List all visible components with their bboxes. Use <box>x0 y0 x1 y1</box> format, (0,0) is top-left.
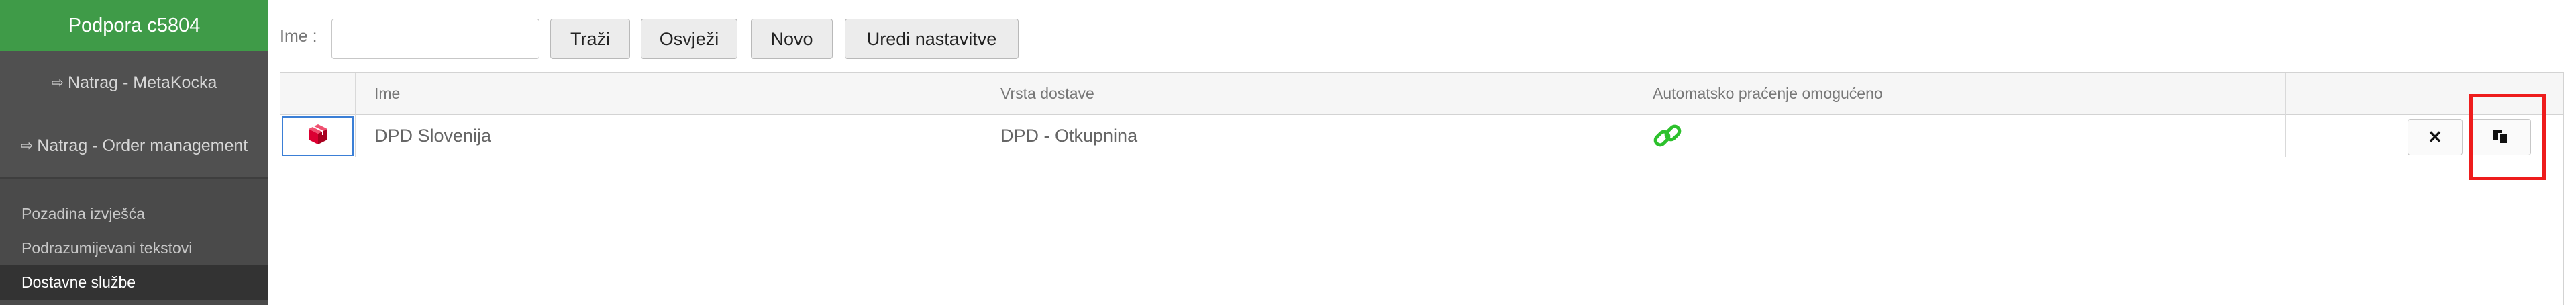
edit-settings-button[interactable]: Uredi nastavitve <box>845 19 1019 59</box>
highlight-box <box>2469 94 2546 180</box>
sidebar: Podpora c5804 ⇨ Natrag - MetaKocka ⇨ Nat… <box>0 0 268 305</box>
link-icon <box>1652 115 1683 157</box>
sign-out-icon: ⇨ <box>20 137 34 154</box>
column-header-delivery-type[interactable]: Vrsta dostave <box>1000 73 1094 115</box>
dpd-cube-icon <box>306 122 330 150</box>
column-header-tracking[interactable]: Automatsko praćenje omogućeno <box>1653 73 1883 115</box>
search-button[interactable]: Traži <box>550 19 630 59</box>
nav-back-order-management[interactable]: ⇨ Natrag - Order management <box>0 114 268 177</box>
nav-back-metakocka[interactable]: ⇨ Natrag - MetaKocka <box>0 51 268 114</box>
delivery-services-grid: Ime Vrsta dostave Automatsko praćenje om… <box>280 72 2564 305</box>
delete-row-button[interactable]: ✕ <box>2408 119 2463 155</box>
sidebar-header: Podpora c5804 <box>0 0 268 51</box>
cell-delivery-type: DPD - Otkupnina <box>1000 125 1138 146</box>
grid-header: Ime Vrsta dostave Automatsko praćenje om… <box>280 73 2563 115</box>
selected-cell[interactable] <box>282 116 354 156</box>
name-search-input[interactable] <box>331 19 539 59</box>
nav-label: Natrag - MetaKocka <box>68 73 217 92</box>
sidebar-divider <box>0 177 268 179</box>
sign-out-icon: ⇨ <box>51 74 64 91</box>
sidebar-item-default-texts[interactable]: Podrazumijevani tekstovi <box>0 230 268 265</box>
column-header-name[interactable]: Ime <box>374 73 400 115</box>
nav-label: Natrag - Order management <box>37 136 248 155</box>
new-button[interactable]: Novo <box>751 19 833 59</box>
sidebar-item-report-background[interactable]: Pozadina izvješća <box>0 196 268 231</box>
cell-name: DPD Slovenija <box>374 125 492 146</box>
sidebar-item-delivery-services[interactable]: Dostavne službe <box>0 265 268 300</box>
name-label: Ime : <box>280 27 317 46</box>
table-row[interactable]: DPD Slovenija DPD - Otkupnina ✕ <box>280 115 2563 157</box>
refresh-button[interactable]: Osvježi <box>641 19 737 59</box>
